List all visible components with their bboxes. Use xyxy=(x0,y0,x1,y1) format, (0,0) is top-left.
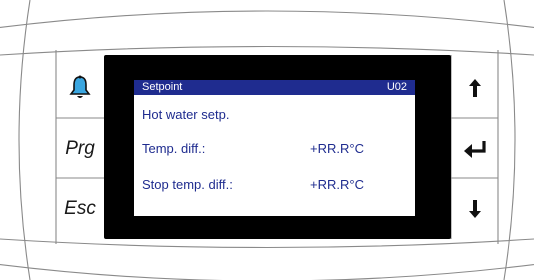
down-button[interactable] xyxy=(452,179,497,239)
alarm-button[interactable] xyxy=(57,58,103,118)
up-button[interactable] xyxy=(452,58,497,118)
stop-temp-diff-value: +RR.R°C xyxy=(310,177,364,192)
screen-header: Setpoint U02 xyxy=(134,80,415,95)
stop-temp-diff-label: Stop temp. diff.: xyxy=(142,177,233,192)
arrow-down-icon xyxy=(468,200,481,218)
arrow-up-icon xyxy=(468,79,481,97)
enter-button[interactable] xyxy=(452,119,497,178)
temp-diff-value: +RR.R°C xyxy=(310,141,364,156)
temp-diff-label: Temp. diff.: xyxy=(142,141,206,156)
screen-code: U02 xyxy=(386,81,407,93)
prg-button[interactable]: Prg xyxy=(57,119,103,178)
esc-label: Esc xyxy=(64,198,96,219)
prg-label: Prg xyxy=(65,137,95,159)
lcd-display: Setpoint U02 Hot water setp. Temp. diff.… xyxy=(134,80,415,216)
enter-return-icon xyxy=(463,140,486,158)
control-terminal: Prg Esc Setpoint U02 Hot water setp. Tem… xyxy=(0,0,534,280)
esc-button[interactable]: Esc xyxy=(57,179,103,239)
screen-title: Setpoint xyxy=(142,81,183,93)
alarm-bell-icon xyxy=(69,75,91,98)
hot-water-setpoint-label: Hot water setp. xyxy=(142,107,230,122)
